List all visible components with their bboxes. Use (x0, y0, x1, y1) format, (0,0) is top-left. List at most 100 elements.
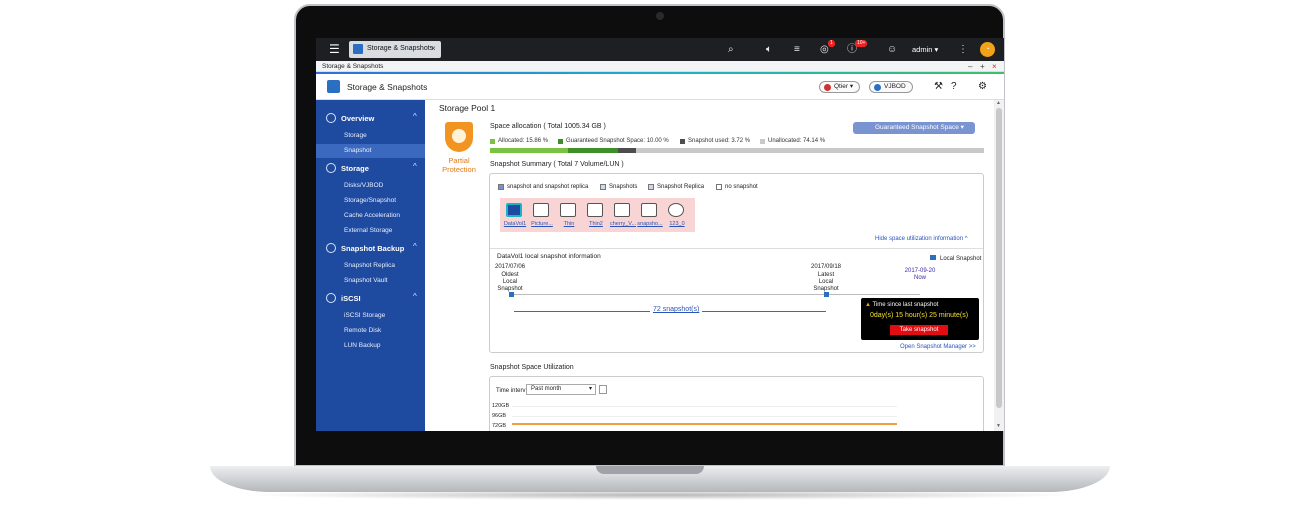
legend-replica: Snapshot Replica (648, 184, 704, 190)
sidebar-item-external[interactable]: External Storage (316, 224, 425, 238)
close-icon[interactable]: × (431, 44, 436, 53)
take-snapshot-button[interactable]: Take snapshot (890, 325, 948, 335)
guaranteed-snapshot-button[interactable]: Guaranteed Snapshot Space ▾ (853, 122, 975, 134)
sidebar-item-cache[interactable]: Cache Acceleration (316, 209, 425, 223)
help-icon[interactable]: ? (951, 81, 957, 93)
open-snapshot-manager-link[interactable]: Open Snapshot Manager >> (900, 344, 976, 350)
sidebar-item-label: Storage (344, 132, 367, 139)
hide-utilization-label: Hide space utilization information (875, 236, 964, 242)
tools-icon[interactable]: ⚒ (934, 81, 943, 93)
scroll-down-icon[interactable]: ▼ (996, 423, 1001, 429)
volume-name[interactable]: cherry_V... (608, 221, 638, 227)
utilization-title: Snapshot Space Utilization (490, 364, 574, 371)
sidebar-item-label: Disks/VJBOD (344, 182, 384, 189)
volume-name[interactable]: Thin2 (581, 221, 611, 227)
sidebar-item-snapshot[interactable]: Snapshot (316, 144, 425, 158)
sidebar-group-iscsi[interactable]: iSCSI ^ (316, 290, 425, 307)
volume-name[interactable]: Thin (554, 221, 584, 227)
more-icon[interactable]: ⋮ (958, 43, 968, 56)
gear-icon[interactable]: ⚙ (978, 81, 987, 93)
grid-line (512, 406, 897, 407)
time-interval-select[interactable]: Past month ▾ (526, 384, 596, 395)
tasks-icon[interactable]: ≡ (794, 43, 800, 56)
user-icon[interactable]: ☺ (887, 43, 897, 56)
maximize-button[interactable]: + (980, 61, 985, 72)
time-interval-label: Time interv (496, 388, 526, 394)
menu-icon[interactable]: ☰ (329, 43, 341, 55)
scrollbar[interactable]: ▲ ▼ (994, 100, 1004, 431)
volume-item[interactable]: DataVol1 (502, 200, 526, 230)
volume-item[interactable]: Thin2 (583, 200, 607, 230)
legend-guaranteed: Guaranteed Snapshot Space: 10.00 % (558, 138, 669, 144)
info-icon[interactable]: ⓘ 10+ (847, 40, 868, 56)
sidebar-group-overview[interactable]: Overview ^ (316, 110, 425, 127)
sidebar-item-label: Remote Disk (344, 327, 382, 334)
latest-snapshot-marker[interactable] (824, 292, 829, 297)
shield-icon (445, 122, 473, 152)
sidebar-item-lun-backup[interactable]: LUN Backup (316, 339, 425, 353)
legend-label: Local Snapshot (940, 256, 982, 262)
oldest-date: 2017/07/06 (495, 264, 526, 270)
now-date: 2017-09-20 (904, 268, 936, 274)
app-header: Storage & Snapshots Qtier ▾ VJBOD ⚒ ? ⚙ (316, 74, 1004, 100)
volume-item[interactable]: snapsho... (637, 200, 663, 230)
sidebar-item-iscsi-storage[interactable]: iSCSI Storage (316, 309, 425, 323)
now-label: Now (913, 275, 926, 281)
vjbod-button[interactable]: VJBOD (869, 81, 913, 93)
oldest-label: Oldest Local Snapshot (497, 272, 523, 292)
scrollbar-thumb[interactable] (996, 108, 1002, 408)
sidebar-group-storage[interactable]: Storage ^ (316, 160, 425, 177)
volume-icon (506, 203, 522, 217)
utilization-panel: Time interv Past month ▾ 120GB 96GB 72GB (489, 376, 984, 431)
search-icon[interactable]: ⌕ (728, 43, 734, 56)
sidebar-item-replica[interactable]: Snapshot Replica (316, 259, 425, 273)
volume-name[interactable]: DataVol1 (500, 221, 530, 227)
sidebar-item-label: Cache Acceleration (344, 212, 401, 219)
sidebar-item-storage-snapshot[interactable]: Storage/Snapshot (316, 194, 425, 208)
sidebar-item-disks[interactable]: Disks/VJBOD (316, 179, 425, 193)
user-menu[interactable]: admin ▾ (912, 45, 938, 54)
volume-item[interactable]: Thin (556, 200, 580, 230)
legend-allocated: Allocated: 15.86 % (490, 138, 548, 144)
time-interval-value: Past month (531, 386, 562, 392)
sidebar-item-label: External Storage (344, 227, 393, 234)
window-titlebar: Storage & Snapshots – + × (316, 61, 1004, 72)
sidebar-group-snapshot-backup[interactable]: Snapshot Backup ^ (316, 240, 425, 257)
bar-allocated (490, 148, 569, 153)
sidebar-item-vault[interactable]: Snapshot Vault (316, 274, 425, 288)
scroll-up-icon[interactable]: ▲ (996, 100, 1001, 106)
space-allocation-bar (490, 148, 984, 153)
qtier-button[interactable]: Qtier ▾ (819, 81, 861, 93)
volume-name[interactable]: Picture... (527, 221, 557, 227)
legend-snapshot-replica-both: snapshot and snapshot replica (498, 184, 588, 190)
last-snapshot-popup: ▲ Time since last snapshot 0day(s) 15 ho… (861, 298, 979, 340)
latest-date: 2017/09/18 (810, 264, 842, 270)
snapshot-count-link[interactable]: 72 snapshot(s) (650, 306, 703, 313)
sidebar-item-storage[interactable]: Storage (316, 129, 425, 143)
sidebar-item-label: Storage/Snapshot (344, 197, 397, 204)
volume-list: DataVol1 Picture... Thin Thin2 cherry_V.… (500, 198, 695, 232)
os-topbar: ☰ Storage & Snapshots × ⌕ 🔈︎ ≡ ◎ 1 ⓘ 10+ ☺… (316, 38, 1004, 61)
taskbar-app-button[interactable]: Storage & Snapshots × (349, 41, 441, 58)
sidebar-item-remote-disk[interactable]: Remote Disk (316, 324, 425, 338)
y-label: 96GB (492, 413, 507, 419)
hide-utilization-link[interactable]: Hide space utilization information ^ (875, 236, 968, 242)
volume-name[interactable]: 123_0 (662, 221, 692, 227)
speaker-icon[interactable]: 🔈︎ (766, 43, 772, 56)
oldest-snapshot-marker[interactable] (509, 292, 514, 297)
volume-name[interactable]: snapsho... (635, 221, 665, 227)
volume-item[interactable]: Picture... (529, 200, 553, 230)
screen: ☰ Storage & Snapshots × ⌕ 🔈︎ ≡ ◎ 1 ⓘ 10+ ☺… (316, 38, 1004, 431)
warning-icon: ▲ (865, 302, 871, 308)
calendar-icon[interactable] (599, 385, 607, 394)
window-close-button[interactable]: × (992, 61, 997, 72)
lun-item[interactable]: 123_0 (664, 200, 688, 230)
sidebar-item-label: iSCSI Storage (344, 312, 386, 319)
bar-snapshot-used (617, 148, 637, 153)
globe-icon (326, 293, 336, 303)
volume-item[interactable]: cherry_V... (610, 200, 636, 230)
notification-icon[interactable]: ◎ 1 (820, 40, 835, 56)
dashboard-icon[interactable]: ◔ (980, 42, 995, 57)
latest-marker-label: 2017/09/18 Latest Local Snapshot (810, 264, 842, 293)
minimize-button[interactable]: – (968, 61, 972, 72)
